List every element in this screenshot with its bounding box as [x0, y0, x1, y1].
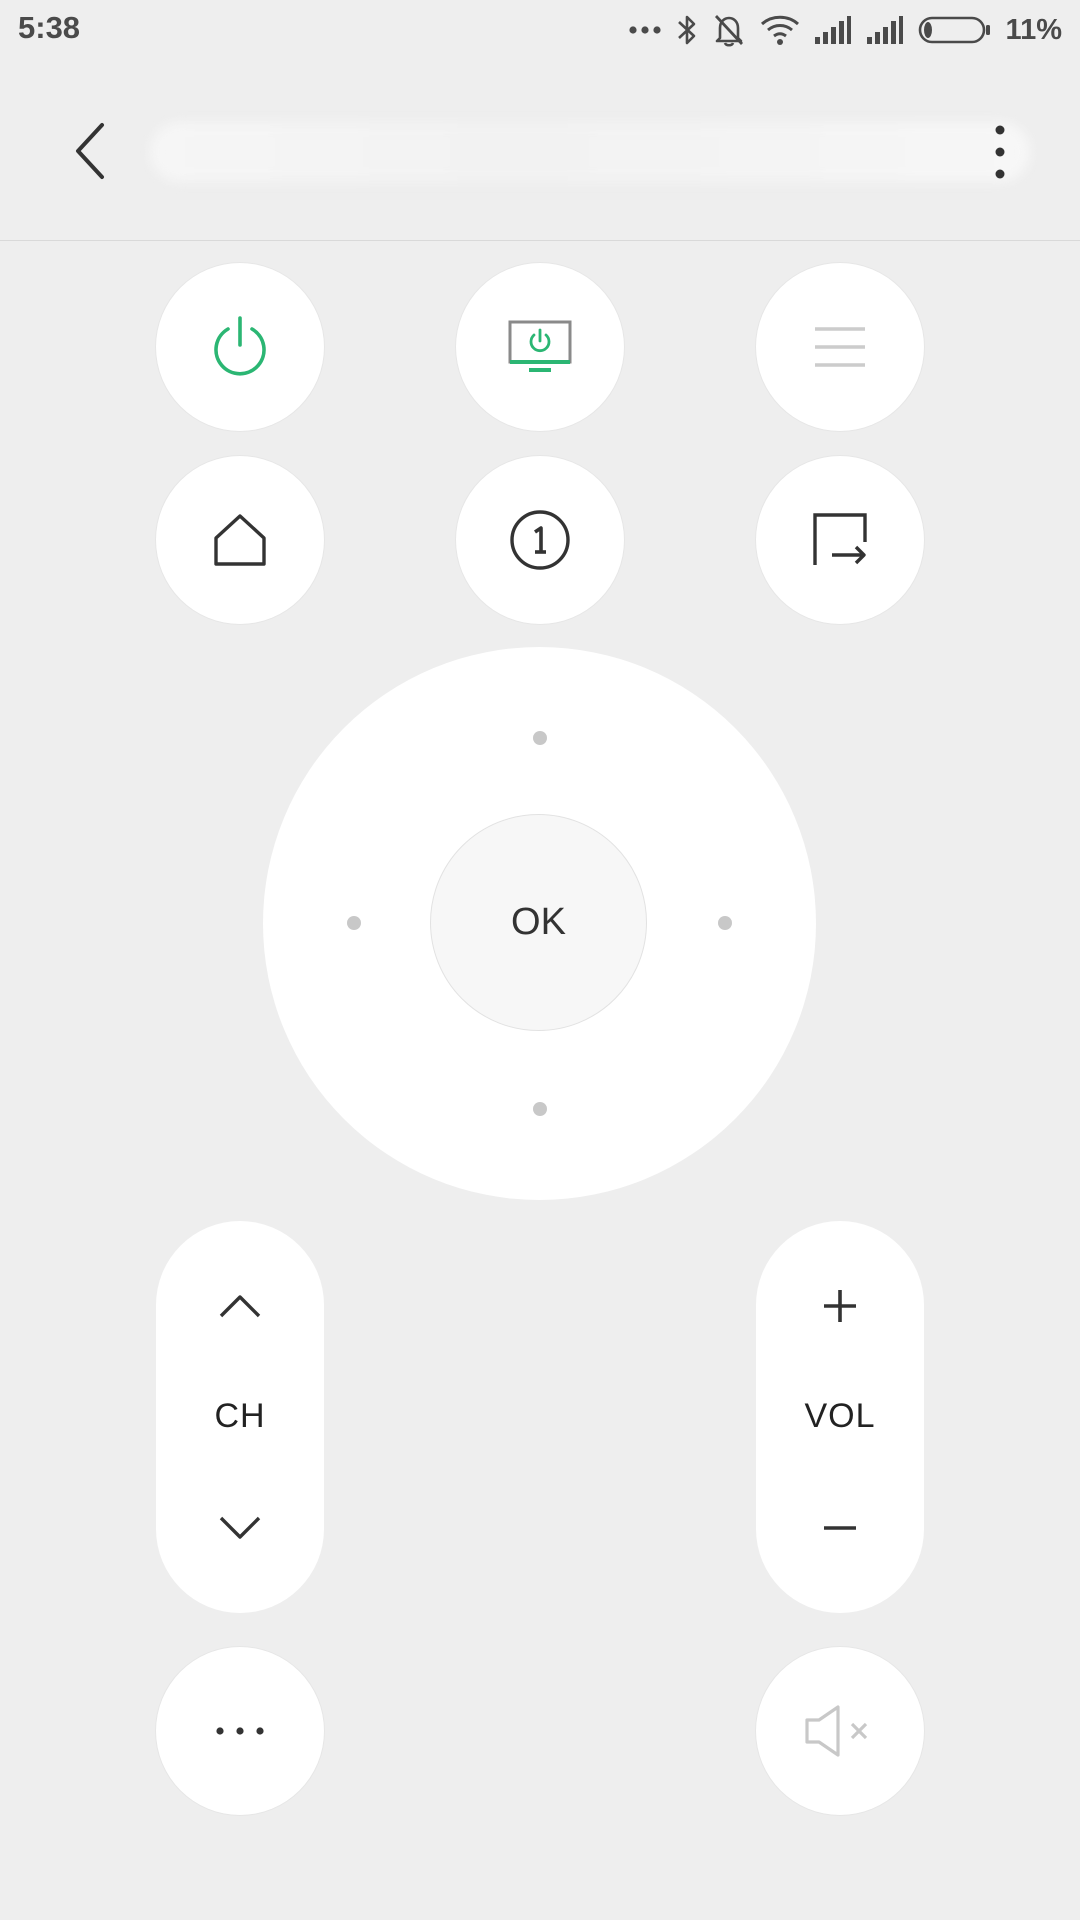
more-options-button[interactable]: [156, 1647, 324, 1815]
volume-up-button[interactable]: [756, 1261, 924, 1351]
chevron-down-icon: [219, 1516, 261, 1539]
dpad: OK: [263, 647, 816, 1200]
volume-down-button[interactable]: [756, 1483, 924, 1573]
channel-label: CH: [214, 1396, 266, 1435]
vertical-dots-icon: [995, 125, 1005, 179]
header-bar: [0, 62, 1080, 241]
volume-control: VOL: [756, 1221, 924, 1613]
minus-icon: [824, 1526, 856, 1530]
number-pad-button[interactable]: [456, 456, 624, 624]
channel-down-button[interactable]: [156, 1483, 324, 1573]
channel-up-button[interactable]: [156, 1261, 324, 1351]
battery-icon: [918, 16, 990, 44]
home-button[interactable]: [156, 456, 324, 624]
dpad-up-button[interactable]: [533, 731, 547, 745]
channel-control: CH: [156, 1221, 324, 1613]
chevron-up-icon: [219, 1295, 261, 1318]
dpad-down-button[interactable]: [533, 1102, 547, 1116]
signal-icon: [866, 16, 903, 44]
more-dots-icon: [628, 26, 661, 34]
device-name-title: [150, 122, 1030, 182]
signal-icon: [814, 16, 851, 44]
notifications-muted-icon: [714, 15, 743, 47]
status-bar: 5:38 11%: [0, 0, 1080, 62]
wifi-icon: [760, 15, 799, 45]
home-icon: [214, 514, 266, 566]
mute-button[interactable]: [756, 1647, 924, 1815]
status-icons: 11%: [628, 10, 1062, 50]
dpad-right-button[interactable]: [718, 916, 732, 930]
ok-button[interactable]: OK: [430, 814, 647, 1031]
power-button[interactable]: [156, 263, 324, 431]
tv-power-button[interactable]: [456, 263, 624, 431]
power-icon: [214, 316, 266, 376]
exit-arrow-icon: [813, 513, 867, 565]
bluetooth-icon: [677, 15, 695, 45]
back-button[interactable]: [62, 117, 118, 185]
tv-power-icon: [508, 320, 572, 372]
input-source-button[interactable]: [756, 456, 924, 624]
status-time: 5:38: [18, 10, 81, 45]
dpad-left-button[interactable]: [347, 916, 361, 930]
battery-percent: 11%: [1005, 13, 1062, 46]
horizontal-dots-icon: [216, 1727, 264, 1735]
hamburger-icon: [815, 327, 865, 367]
volume-label: VOL: [804, 1396, 876, 1435]
more-menu-button[interactable]: [980, 122, 1020, 182]
plus-icon: [824, 1290, 856, 1322]
menu-button[interactable]: [756, 263, 924, 431]
chevron-left-icon: [76, 123, 104, 179]
speaker-muted-icon: [805, 1705, 868, 1757]
numeric-one-icon: [510, 510, 570, 570]
